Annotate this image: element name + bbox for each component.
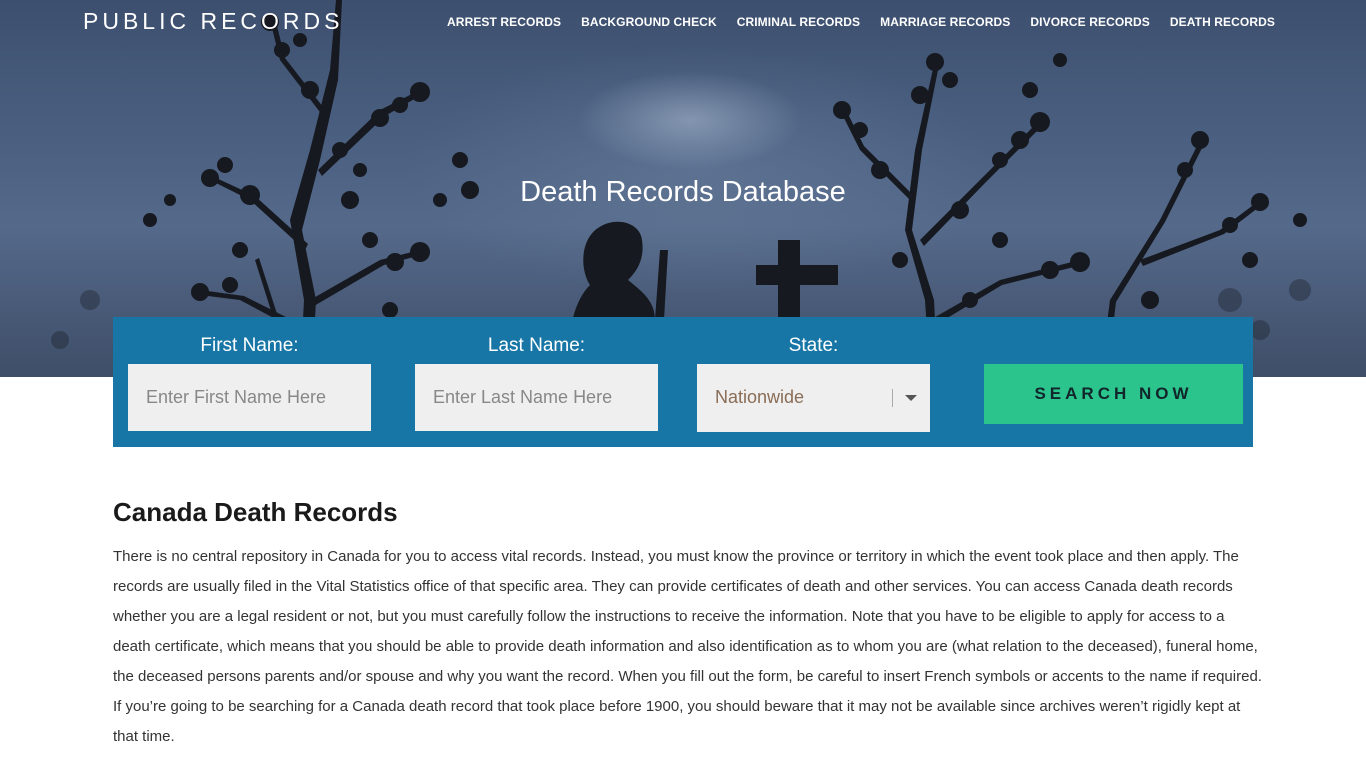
hero-title: Death Records Database xyxy=(520,176,846,208)
search-panel: First Name: Last Name: State: Nationwide… xyxy=(113,317,1253,447)
nav-death-records[interactable]: DEATH RECORDS xyxy=(1170,15,1275,29)
main-nav: ARREST RECORDS BACKGROUND CHECK CRIMINAL… xyxy=(427,15,1275,29)
select-separator xyxy=(892,389,893,407)
state-select[interactable]: Nationwide xyxy=(697,364,930,432)
first-name-label: First Name: xyxy=(200,335,299,356)
section-title: Canada Death Records xyxy=(113,497,398,527)
nav-marriage-records[interactable]: MARRIAGE RECORDS xyxy=(880,15,1010,29)
nav-arrest-records[interactable]: ARREST RECORDS xyxy=(447,15,561,29)
search-now-button[interactable]: SEARCH NOW xyxy=(984,364,1243,424)
nav-background-check[interactable]: BACKGROUND CHECK xyxy=(581,15,717,29)
last-name-input[interactable] xyxy=(415,364,658,431)
chevron-down-icon[interactable] xyxy=(905,395,917,401)
state-selected-value: Nationwide xyxy=(715,387,805,407)
nav-divorce-records[interactable]: DIVORCE RECORDS xyxy=(1030,15,1150,29)
section-body: There is no central repository in Canada… xyxy=(113,548,1262,745)
last-name-label: Last Name: xyxy=(487,335,586,356)
nav-criminal-records[interactable]: CRIMINAL RECORDS xyxy=(737,15,860,29)
state-label: State: xyxy=(788,335,839,356)
first-name-input[interactable] xyxy=(128,364,371,431)
site-logo[interactable]: PUBLIC RECORDS xyxy=(83,8,343,35)
